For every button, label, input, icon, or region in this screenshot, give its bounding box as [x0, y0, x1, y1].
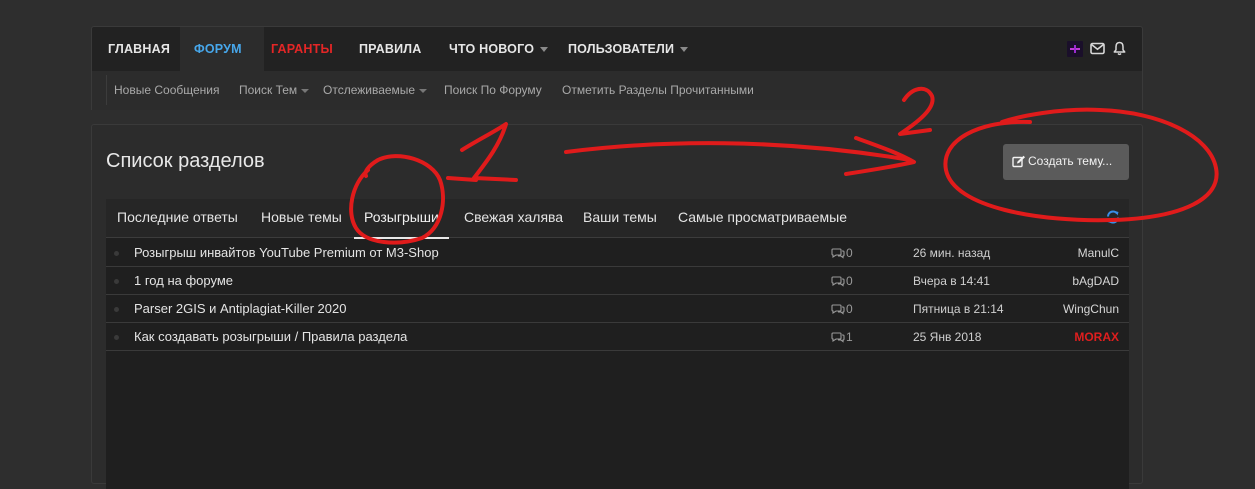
table-row[interactable]: 1 год на форуме 0 Вчера в 14:41 bAgDAD [106, 267, 1129, 295]
tab-your-threads[interactable]: Ваши темы [583, 199, 657, 237]
comments-icon [831, 304, 845, 315]
tab-fresh-freebies[interactable]: Свежая халява [464, 199, 563, 237]
nav-rules[interactable]: ПРАВИЛА [359, 27, 421, 72]
table-row[interactable]: Розыгрыш инвайтов YouTube Premium от M3-… [106, 239, 1129, 267]
sub-navigation: Новые Сообщения Поиск Тем Отслеживаемые … [91, 71, 1143, 110]
nav-whats-new[interactable]: ЧТО НОВОГО [449, 27, 549, 72]
chevron-down-icon[interactable] [540, 47, 549, 53]
bell-icon[interactable] [1113, 41, 1126, 56]
nav-home[interactable]: ГЛАВНАЯ [108, 27, 170, 72]
tab-most-viewed[interactable]: Самые просматриваемые [678, 199, 847, 237]
reply-count-value: 1 [846, 330, 853, 344]
subnav-new-posts[interactable]: Новые Сообщения [114, 71, 219, 110]
thread-author[interactable]: ManulC [1078, 246, 1119, 260]
subnav-watched-label: Отслеживаемые [323, 83, 416, 97]
subnav-mark-read[interactable]: Отметить Разделы Прочитанными [562, 71, 754, 110]
reply-count-value: 0 [846, 246, 853, 260]
main-navigation: ГЛАВНАЯ ФОРУМ ГАРАНТЫ ПРАВИЛА ЧТО НОВОГО… [91, 26, 1143, 72]
comments-icon [831, 276, 845, 287]
chevron-down-icon[interactable] [301, 88, 310, 93]
thread-title[interactable]: Розыгрыш инвайтов YouTube Premium от M3-… [134, 245, 439, 260]
nav-users-label: ПОЛЬЗОВАТЕЛИ [568, 42, 675, 56]
chevron-down-icon[interactable] [680, 47, 689, 53]
subnav-search-threads[interactable]: Поиск Тем [239, 71, 310, 110]
nav-whats-new-label: ЧТО НОВОГО [449, 42, 535, 56]
subnav-search-forum[interactable]: Поиск По Форуму [444, 71, 542, 110]
thread-date[interactable]: 26 мин. назад [913, 246, 990, 260]
reply-count: 1 [831, 330, 853, 344]
nav-guarantors[interactable]: ГАРАНТЫ [271, 27, 333, 72]
comments-icon [831, 332, 845, 343]
thread-title[interactable]: Parser 2GIS и Antiplagiat-Killer 2020 [134, 301, 346, 316]
thread-status-icon [114, 335, 119, 340]
thread-author[interactable]: bAgDAD [1072, 274, 1119, 288]
nav-users[interactable]: ПОЛЬЗОВАТЕЛИ [568, 27, 689, 72]
reply-count-value: 0 [846, 302, 853, 316]
subnav-watched[interactable]: Отслеживаемые [323, 71, 428, 110]
thread-status-icon [114, 251, 119, 256]
thread-status-icon [114, 307, 119, 312]
thread-date[interactable]: Пятница в 21:14 [913, 302, 1004, 316]
thread-author[interactable]: WingChun [1063, 302, 1119, 316]
reply-count: 0 [831, 274, 853, 288]
tab-new-threads[interactable]: Новые темы [261, 199, 342, 237]
chevron-down-icon[interactable] [419, 88, 428, 93]
reply-count: 0 [831, 246, 853, 260]
comments-icon [831, 248, 845, 259]
nav-forum[interactable]: ФОРУМ [180, 27, 264, 72]
thread-title[interactable]: Как создавать розыгрыши / Правила раздел… [134, 329, 407, 344]
divider [106, 75, 107, 105]
table-row[interactable]: Parser 2GIS и Antiplagiat-Killer 2020 0 … [106, 295, 1129, 323]
subnav-search-threads-label: Поиск Тем [239, 83, 298, 97]
table-row[interactable]: Как создавать розыгрыши / Правила раздел… [106, 323, 1129, 351]
page-title: Список разделов [106, 150, 265, 172]
thread-title[interactable]: 1 год на форуме [134, 273, 233, 288]
tab-latest-replies[interactable]: Последние ответы [117, 199, 238, 237]
reply-count-value: 0 [846, 274, 853, 288]
tab-giveaways[interactable]: Розыгрыши [354, 199, 449, 239]
reply-count: 0 [831, 302, 853, 316]
thread-status-icon [114, 279, 119, 284]
thread-date[interactable]: 25 Янв 2018 [913, 330, 981, 344]
refresh-icon[interactable] [1106, 210, 1120, 224]
create-thread-label: Создать тему... [1028, 154, 1113, 168]
thread-date[interactable]: Вчера в 14:41 [913, 274, 990, 288]
avatar[interactable] [1067, 41, 1083, 57]
envelope-icon[interactable] [1090, 42, 1105, 55]
tab-bar: Последние ответы Новые темы Розыгрыши Св… [106, 199, 1129, 239]
create-thread-button[interactable]: Создать тему... [1003, 144, 1129, 180]
thread-author[interactable]: MORAX [1074, 330, 1119, 344]
pencil-icon [1012, 156, 1025, 168]
